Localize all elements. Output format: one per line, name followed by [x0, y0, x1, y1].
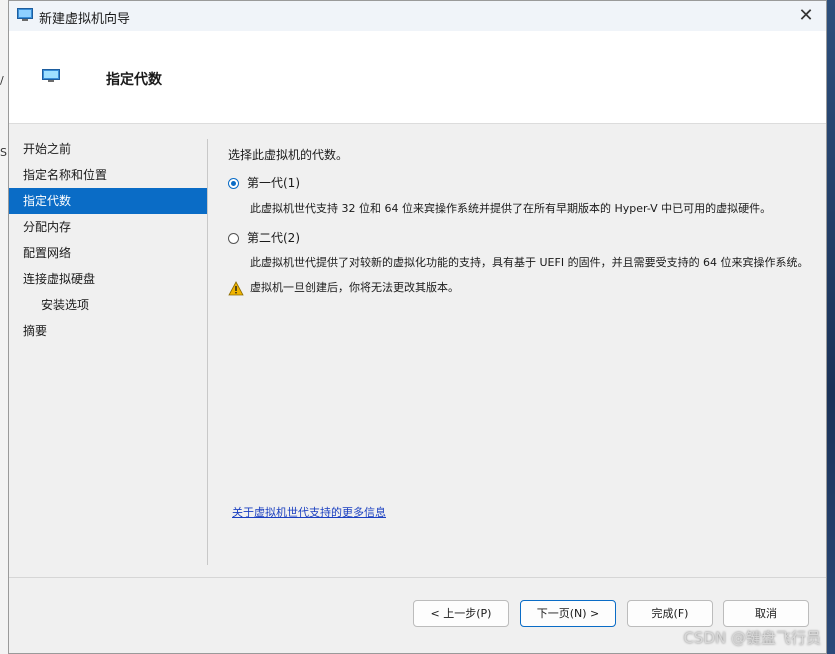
- nav-item-before-you-begin[interactable]: 开始之前: [9, 136, 207, 162]
- title-bar[interactable]: 新建虚拟机向导 ✕: [9, 1, 826, 31]
- previous-button[interactable]: < 上一步(P): [413, 600, 509, 627]
- generation-2-radio[interactable]: [228, 233, 239, 244]
- csdn-watermark: CSDN @键盘飞行员: [683, 629, 821, 647]
- nav-item-assign-memory[interactable]: 分配内存: [9, 214, 207, 240]
- nav-item-installation-options[interactable]: 安装选项: [9, 292, 207, 318]
- background-text-fragment: /: [0, 74, 4, 87]
- cancel-button[interactable]: 取消: [723, 600, 809, 627]
- generation-2-label[interactable]: 第二代(2): [247, 231, 300, 245]
- footer-divider: [9, 577, 826, 578]
- virtual-machine-icon: [42, 69, 60, 83]
- next-button[interactable]: 下一页(N) >: [520, 600, 616, 627]
- window-title: 新建虚拟机向导: [39, 12, 131, 27]
- warning-text: 虚拟机一旦创建后，你将无法更改其版本。: [250, 281, 459, 294]
- generation-1-radio[interactable]: [228, 178, 239, 189]
- nav-divider: [207, 139, 208, 565]
- nav-item-name-and-location[interactable]: 指定名称和位置: [9, 162, 207, 188]
- new-vm-wizard-dialog: 新建虚拟机向导 ✕ 指定代数 开始之前 指定名称和位置 指定代数 分配内存 配置…: [8, 0, 827, 654]
- nav-item-specify-generation[interactable]: 指定代数: [9, 188, 207, 214]
- generation-warning: 虚拟机一旦创建后，你将无法更改其版本。: [228, 279, 459, 296]
- generation-2-description: 此虚拟机世代提供了对较新的虚拟化功能的支持，具有基于 UEFI 的固件，并且需要…: [250, 256, 809, 269]
- page-title: 指定代数: [106, 72, 162, 88]
- generation-1-description: 此虚拟机世代支持 32 位和 64 位来宾操作系统并提供了在所有早期版本的 Hy…: [250, 202, 772, 215]
- generation-1-option[interactable]: 第一代(1): [228, 174, 300, 191]
- finish-button[interactable]: 完成(F): [627, 600, 713, 627]
- generation-support-info-link[interactable]: 关于虚拟机世代支持的更多信息: [232, 504, 386, 520]
- warning-icon: [228, 280, 244, 295]
- wizard-header: 指定代数: [9, 31, 826, 124]
- hyper-v-window-icon: [17, 8, 33, 22]
- nav-item-summary[interactable]: 摘要: [9, 318, 207, 344]
- background-text-fragment: S: [0, 146, 7, 159]
- generation-prompt: 选择此虚拟机的代数。: [228, 148, 349, 162]
- generation-1-label[interactable]: 第一代(1): [247, 176, 300, 190]
- desktop-wallpaper-edge: [827, 0, 835, 654]
- close-button[interactable]: ✕: [796, 6, 816, 26]
- wizard-step-nav: 开始之前 指定名称和位置 指定代数 分配内存 配置网络 连接虚拟硬盘 安装选项 …: [9, 136, 207, 344]
- nav-item-configure-network[interactable]: 配置网络: [9, 240, 207, 266]
- nav-item-connect-virtual-disk[interactable]: 连接虚拟硬盘: [9, 266, 207, 292]
- generation-2-option[interactable]: 第二代(2): [228, 229, 300, 246]
